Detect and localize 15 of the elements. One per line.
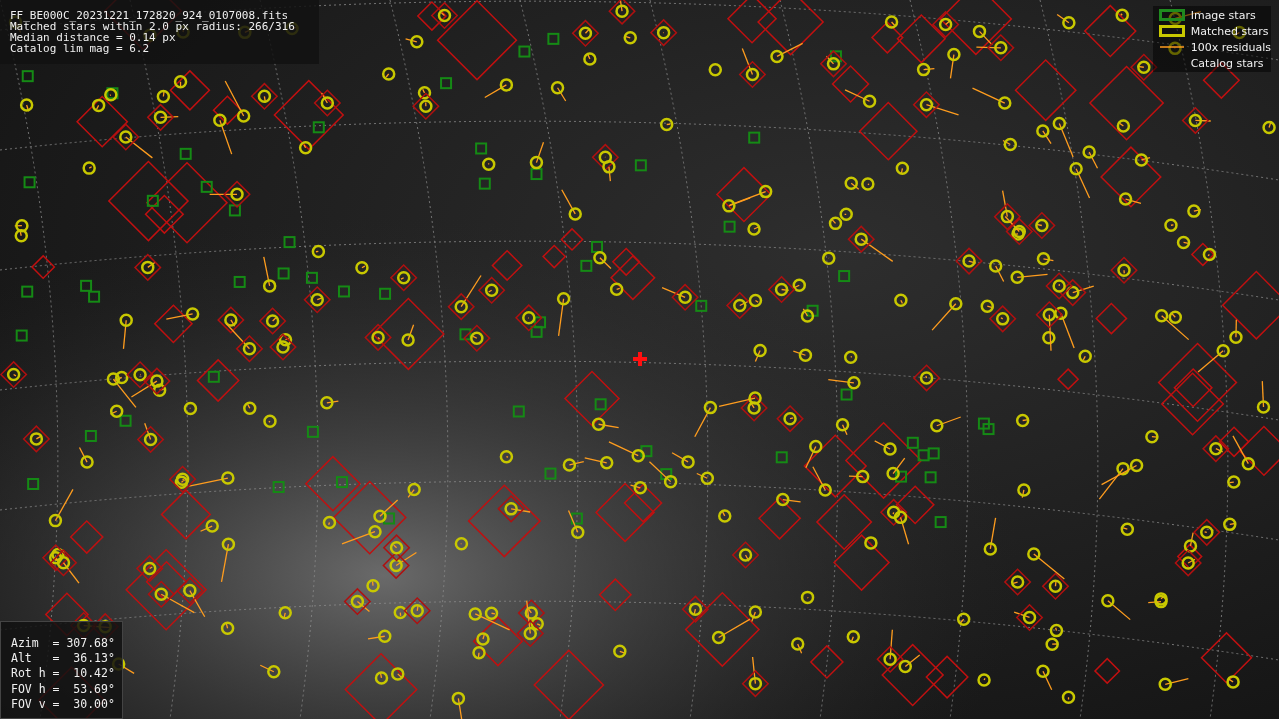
legend-label: 100x residuals bbox=[1190, 40, 1271, 54]
legend-label: Matched stars bbox=[1190, 24, 1269, 38]
legend-label: Image stars bbox=[1190, 8, 1256, 22]
info-text: FOV h = 53.69° bbox=[11, 681, 112, 697]
info-text: FOV v = 30.00° bbox=[11, 696, 112, 712]
info-text: Alt = 36.13° bbox=[11, 651, 112, 667]
legend-swatch-icon bbox=[1158, 9, 1185, 21]
info-text: Median distance = 0.14 px bbox=[10, 32, 176, 43]
info-text: Azim = 307.68° bbox=[11, 636, 112, 652]
info-text: Rot h = 10.42° bbox=[11, 666, 112, 682]
info-text: FF_BE000C_20231221_172820_924_0107008.fits bbox=[10, 10, 290, 21]
legend-label: Catalog stars bbox=[1190, 56, 1264, 70]
legend-swatch-icon bbox=[1158, 25, 1185, 37]
info-text: Catalog lim mag = 6.2 bbox=[10, 43, 151, 54]
info-text: Matched stars within 2.0 px radius: 266/316 bbox=[10, 21, 296, 32]
